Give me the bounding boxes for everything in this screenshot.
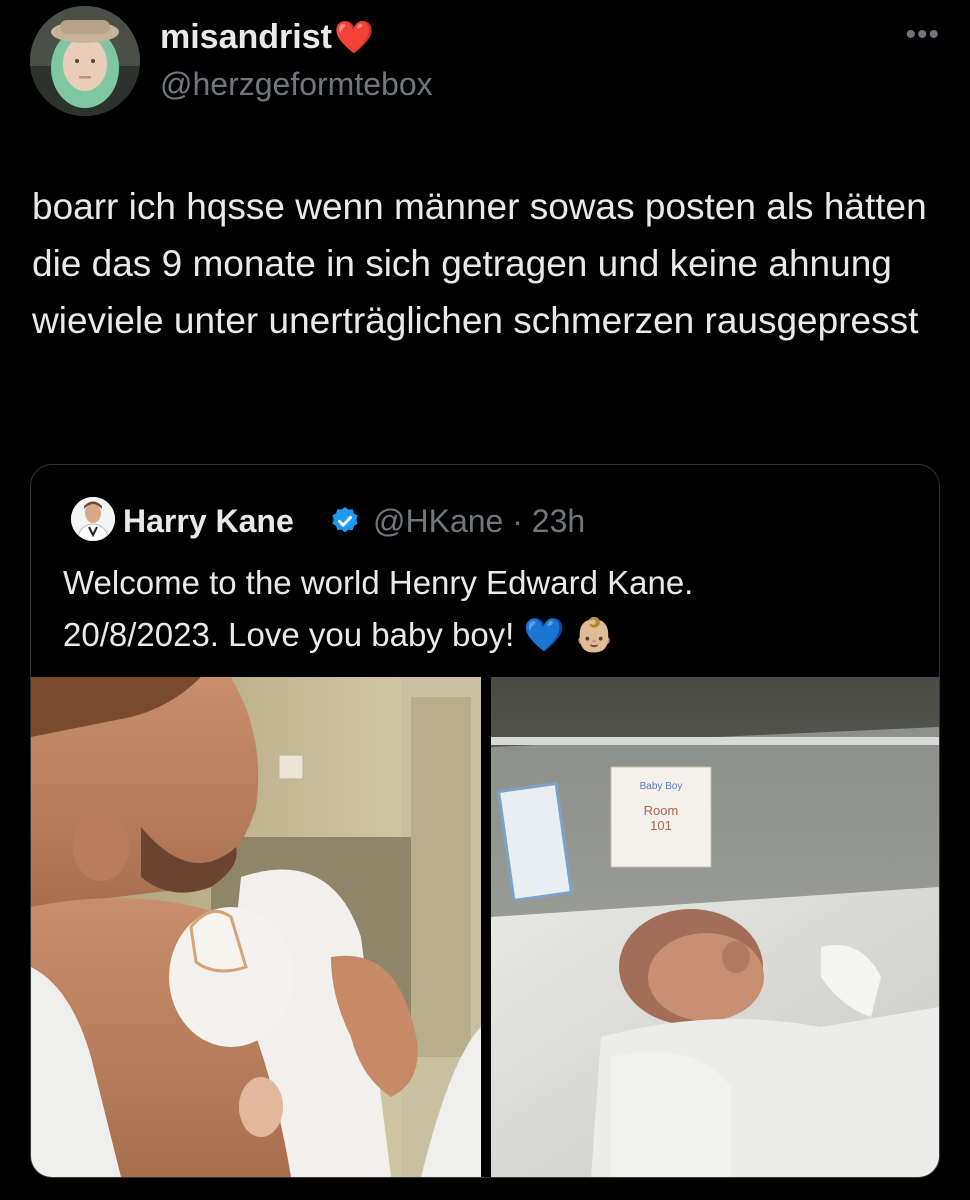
- more-options-icon[interactable]: •••: [905, 18, 940, 52]
- quoted-author-avatar[interactable]: [71, 497, 115, 541]
- heart-emoji-icon: ❤️: [333, 19, 374, 55]
- quoted-handle-and-time[interactable]: @HKane · 23h: [373, 503, 585, 540]
- sign-room-text: Room: [644, 803, 679, 818]
- quoted-tweet-card[interactable]: Harry Kane @HKane · 23h Welcome to the w…: [30, 464, 940, 1178]
- photo-baby-in-bassinet[interactable]: Baby Boy Room 101: [491, 677, 939, 1177]
- quoted-text-line-1: Welcome to the world Henry Edward Kane.: [63, 564, 694, 601]
- quoted-tweet-text: Welcome to the world Henry Edward Kane. …: [63, 557, 923, 661]
- quoted-text-line-2-text: 20/8/2023. Love you baby boy!: [63, 616, 524, 653]
- author-name-text: misandrist: [160, 18, 332, 56]
- author-display-name[interactable]: misandrist❤️: [160, 18, 374, 57]
- author-avatar[interactable]: [30, 6, 140, 116]
- verified-badge-icon: [332, 507, 358, 533]
- quoted-text-line-2: 20/8/2023. Love you baby boy! 💙 👶🏼: [63, 609, 923, 661]
- tweet-text: boarr ich hqsse wenn männer sowas posten…: [32, 186, 927, 341]
- baby-emoji-icon: 👶🏼: [573, 616, 615, 653]
- blue-heart-emoji-icon: 💙: [523, 616, 565, 653]
- sign-room-number-text: 101: [650, 818, 672, 833]
- sign-baby-boy-text: Baby Boy: [640, 781, 683, 792]
- author-handle[interactable]: @herzgeformtebox: [160, 66, 433, 103]
- quoted-author-name[interactable]: Harry Kane: [123, 503, 294, 540]
- photo-man-holding-baby[interactable]: [31, 677, 481, 1177]
